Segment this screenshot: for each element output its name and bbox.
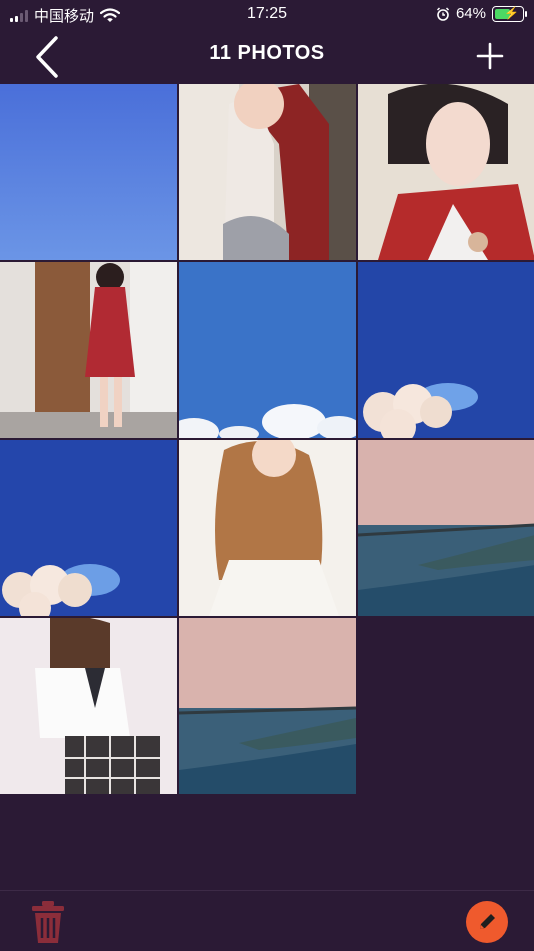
photo-blossom-sky-1[interactable] bbox=[358, 262, 534, 438]
photo-grid bbox=[0, 84, 534, 794]
status-bar: 中国移动 17:25 64% ⚡ bbox=[0, 0, 534, 28]
photo-girl-hanfu[interactable] bbox=[358, 84, 534, 260]
battery-charging-icon: ⚡ bbox=[492, 5, 527, 22]
pencil-icon bbox=[480, 914, 495, 929]
add-photo-button[interactable] bbox=[472, 38, 508, 74]
photo-blue-sky[interactable] bbox=[0, 84, 177, 260]
edit-button[interactable] bbox=[466, 901, 508, 943]
photo-girl-curly-hair[interactable] bbox=[179, 440, 356, 616]
bottom-toolbar bbox=[0, 890, 534, 951]
photo-sea-coast-1[interactable] bbox=[358, 440, 534, 616]
plus-icon bbox=[476, 42, 504, 70]
delete-button[interactable] bbox=[28, 899, 68, 945]
photo-sea-coast-2[interactable] bbox=[179, 618, 356, 794]
photo-girl-school-uniform[interactable] bbox=[0, 618, 177, 794]
trash-icon bbox=[32, 901, 64, 943]
alarm-icon bbox=[436, 6, 449, 21]
page-title: 11 PHOTOS bbox=[209, 42, 325, 64]
photo-sky-clouds[interactable] bbox=[179, 262, 356, 438]
photo-girl-red-jacket[interactable] bbox=[179, 84, 356, 260]
photo-blossom-sky-2[interactable] bbox=[0, 440, 177, 616]
photo-girl-red-dress-door[interactable] bbox=[0, 262, 177, 438]
battery-percent: 64% bbox=[455, 5, 486, 22]
nav-bar: 11 PHOTOS bbox=[0, 28, 534, 84]
